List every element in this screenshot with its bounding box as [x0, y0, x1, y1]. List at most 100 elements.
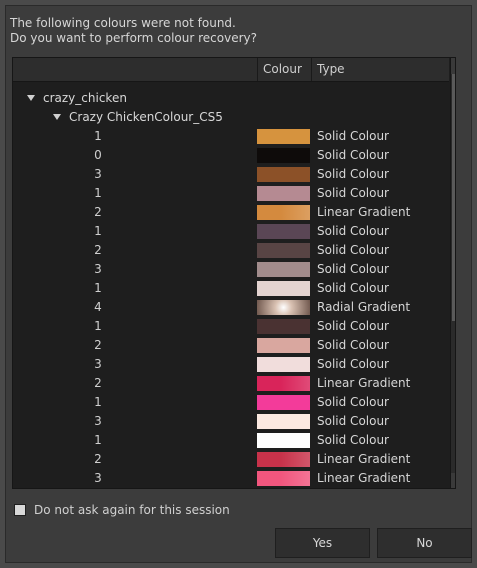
- colour-type: Solid Colour: [317, 395, 389, 409]
- tree-palette-item[interactable]: Crazy ChickenColour_CS5: [53, 108, 223, 127]
- header-colour[interactable]: Colour: [257, 58, 311, 81]
- colour-swatch: [257, 300, 310, 315]
- table-row[interactable]: 1 Solid Colour: [13, 279, 449, 298]
- colour-type: Solid Colour: [317, 433, 389, 447]
- do-not-ask-label: Do not ask again for this session: [34, 503, 230, 517]
- colour-swatch: [257, 205, 310, 220]
- colour-type: Linear Gradient: [317, 205, 411, 219]
- header-name-column[interactable]: [13, 58, 257, 81]
- colour-type: Solid Colour: [317, 281, 389, 295]
- colour-swatch: [257, 414, 310, 429]
- no-button[interactable]: No: [377, 528, 472, 558]
- usage-count: 1: [94, 224, 102, 238]
- usage-count: 0: [94, 148, 102, 162]
- colour-swatch: [257, 186, 310, 201]
- colour-swatch: [257, 452, 310, 467]
- table-row[interactable]: 2 Linear Gradient: [13, 203, 449, 222]
- table-row[interactable]: 3 Solid Colour: [13, 260, 449, 279]
- table-row[interactable]: 1 Solid Colour: [13, 222, 449, 241]
- usage-count: 3: [94, 471, 102, 485]
- table-row[interactable]: 1 Solid Colour: [13, 393, 449, 412]
- scroll-down-button[interactable]: [451, 473, 456, 488]
- usage-count: 2: [94, 338, 102, 352]
- colour-swatch: [257, 148, 310, 163]
- arrow-up-icon: [455, 63, 456, 68]
- scroll-thumb[interactable]: [452, 74, 455, 321]
- table-row[interactable]: 3 Linear Gradient: [13, 469, 449, 488]
- table-row[interactable]: 3 Solid Colour: [13, 412, 449, 431]
- colour-swatch: [257, 395, 310, 410]
- table-row[interactable]: 1 Solid Colour: [13, 184, 449, 203]
- expand-arrow-icon[interactable]: [27, 94, 35, 101]
- colour-swatch: [257, 262, 310, 277]
- colour-swatch: [257, 167, 310, 182]
- tree-palette-label: Crazy ChickenColour_CS5: [69, 110, 223, 124]
- do-not-ask-checkbox[interactable]: [14, 504, 26, 516]
- colour-swatch: [257, 433, 310, 448]
- scroll-up-button[interactable]: [451, 58, 456, 74]
- table-row[interactable]: 2 Solid Colour: [13, 336, 449, 355]
- table-row[interactable]: 1 Solid Colour: [13, 431, 449, 450]
- colour-type: Linear Gradient: [317, 471, 411, 485]
- table-row[interactable]: 0 Solid Colour: [13, 146, 449, 165]
- colour-swatch: [257, 129, 310, 144]
- colour-type: Solid Colour: [317, 338, 389, 352]
- table-header: Colour Type: [13, 58, 449, 82]
- header-type[interactable]: Type: [311, 58, 449, 81]
- expand-arrow-icon[interactable]: [53, 113, 61, 120]
- usage-count: 1: [94, 395, 102, 409]
- colour-swatch: [257, 281, 310, 296]
- colour-recovery-dialog: The following colours were not found. Do…: [0, 0, 477, 568]
- table-row[interactable]: 2 Linear Gradient: [13, 374, 449, 393]
- colour-type: Linear Gradient: [317, 376, 411, 390]
- usage-count: 2: [94, 243, 102, 257]
- usage-count: 3: [94, 357, 102, 371]
- usage-count: 2: [94, 452, 102, 466]
- message-line-2: Do you want to perform colour recovery?: [10, 31, 257, 45]
- usage-count: 2: [94, 376, 102, 390]
- colour-swatch: [257, 243, 310, 258]
- usage-count: 1: [94, 281, 102, 295]
- usage-count: 3: [94, 414, 102, 428]
- arrow-down-icon: [455, 479, 456, 484]
- colour-type: Solid Colour: [317, 262, 389, 276]
- usage-count: 1: [94, 129, 102, 143]
- tree-root-label: crazy_chicken: [43, 91, 127, 105]
- colour-swatch: [257, 224, 310, 239]
- colour-type: Solid Colour: [317, 319, 389, 333]
- colour-type: Solid Colour: [317, 148, 389, 162]
- colour-swatch: [257, 338, 310, 353]
- table-row[interactable]: 2 Linear Gradient: [13, 450, 449, 469]
- colour-type: Solid Colour: [317, 357, 389, 371]
- colour-swatch: [257, 357, 310, 372]
- colour-swatch: [257, 471, 310, 486]
- usage-count: 1: [94, 433, 102, 447]
- colour-type: Solid Colour: [317, 414, 389, 428]
- tree-root-item[interactable]: crazy_chicken: [27, 89, 127, 108]
- colour-table[interactable]: Colour Type crazy_chicken Crazy ChickenC…: [12, 57, 456, 489]
- table-row[interactable]: 1 Solid Colour: [13, 317, 449, 336]
- usage-count: 1: [94, 319, 102, 333]
- colour-type: Radial Gradient: [317, 300, 411, 314]
- vertical-scrollbar[interactable]: [450, 58, 456, 488]
- table-row[interactable]: 3 Solid Colour: [13, 165, 449, 184]
- colour-type: Solid Colour: [317, 167, 389, 181]
- usage-count: 1: [94, 186, 102, 200]
- table-row[interactable]: 2 Solid Colour: [13, 241, 449, 260]
- colour-type: Solid Colour: [317, 243, 389, 257]
- table-row[interactable]: 4 Radial Gradient: [13, 298, 449, 317]
- message-line-1: The following colours were not found.: [10, 16, 236, 30]
- usage-count: 2: [94, 205, 102, 219]
- usage-count: 4: [94, 300, 102, 314]
- table-row[interactable]: 1 Solid Colour: [13, 127, 449, 146]
- usage-count: 3: [94, 167, 102, 181]
- colour-swatch: [257, 376, 310, 391]
- usage-count: 3: [94, 262, 102, 276]
- table-row[interactable]: 3 Solid Colour: [13, 355, 449, 374]
- colour-swatch: [257, 319, 310, 334]
- colour-type: Solid Colour: [317, 224, 389, 238]
- colour-type: Solid Colour: [317, 186, 389, 200]
- colour-type: Linear Gradient: [317, 452, 411, 466]
- yes-button[interactable]: Yes: [275, 528, 370, 558]
- colour-type: Solid Colour: [317, 129, 389, 143]
